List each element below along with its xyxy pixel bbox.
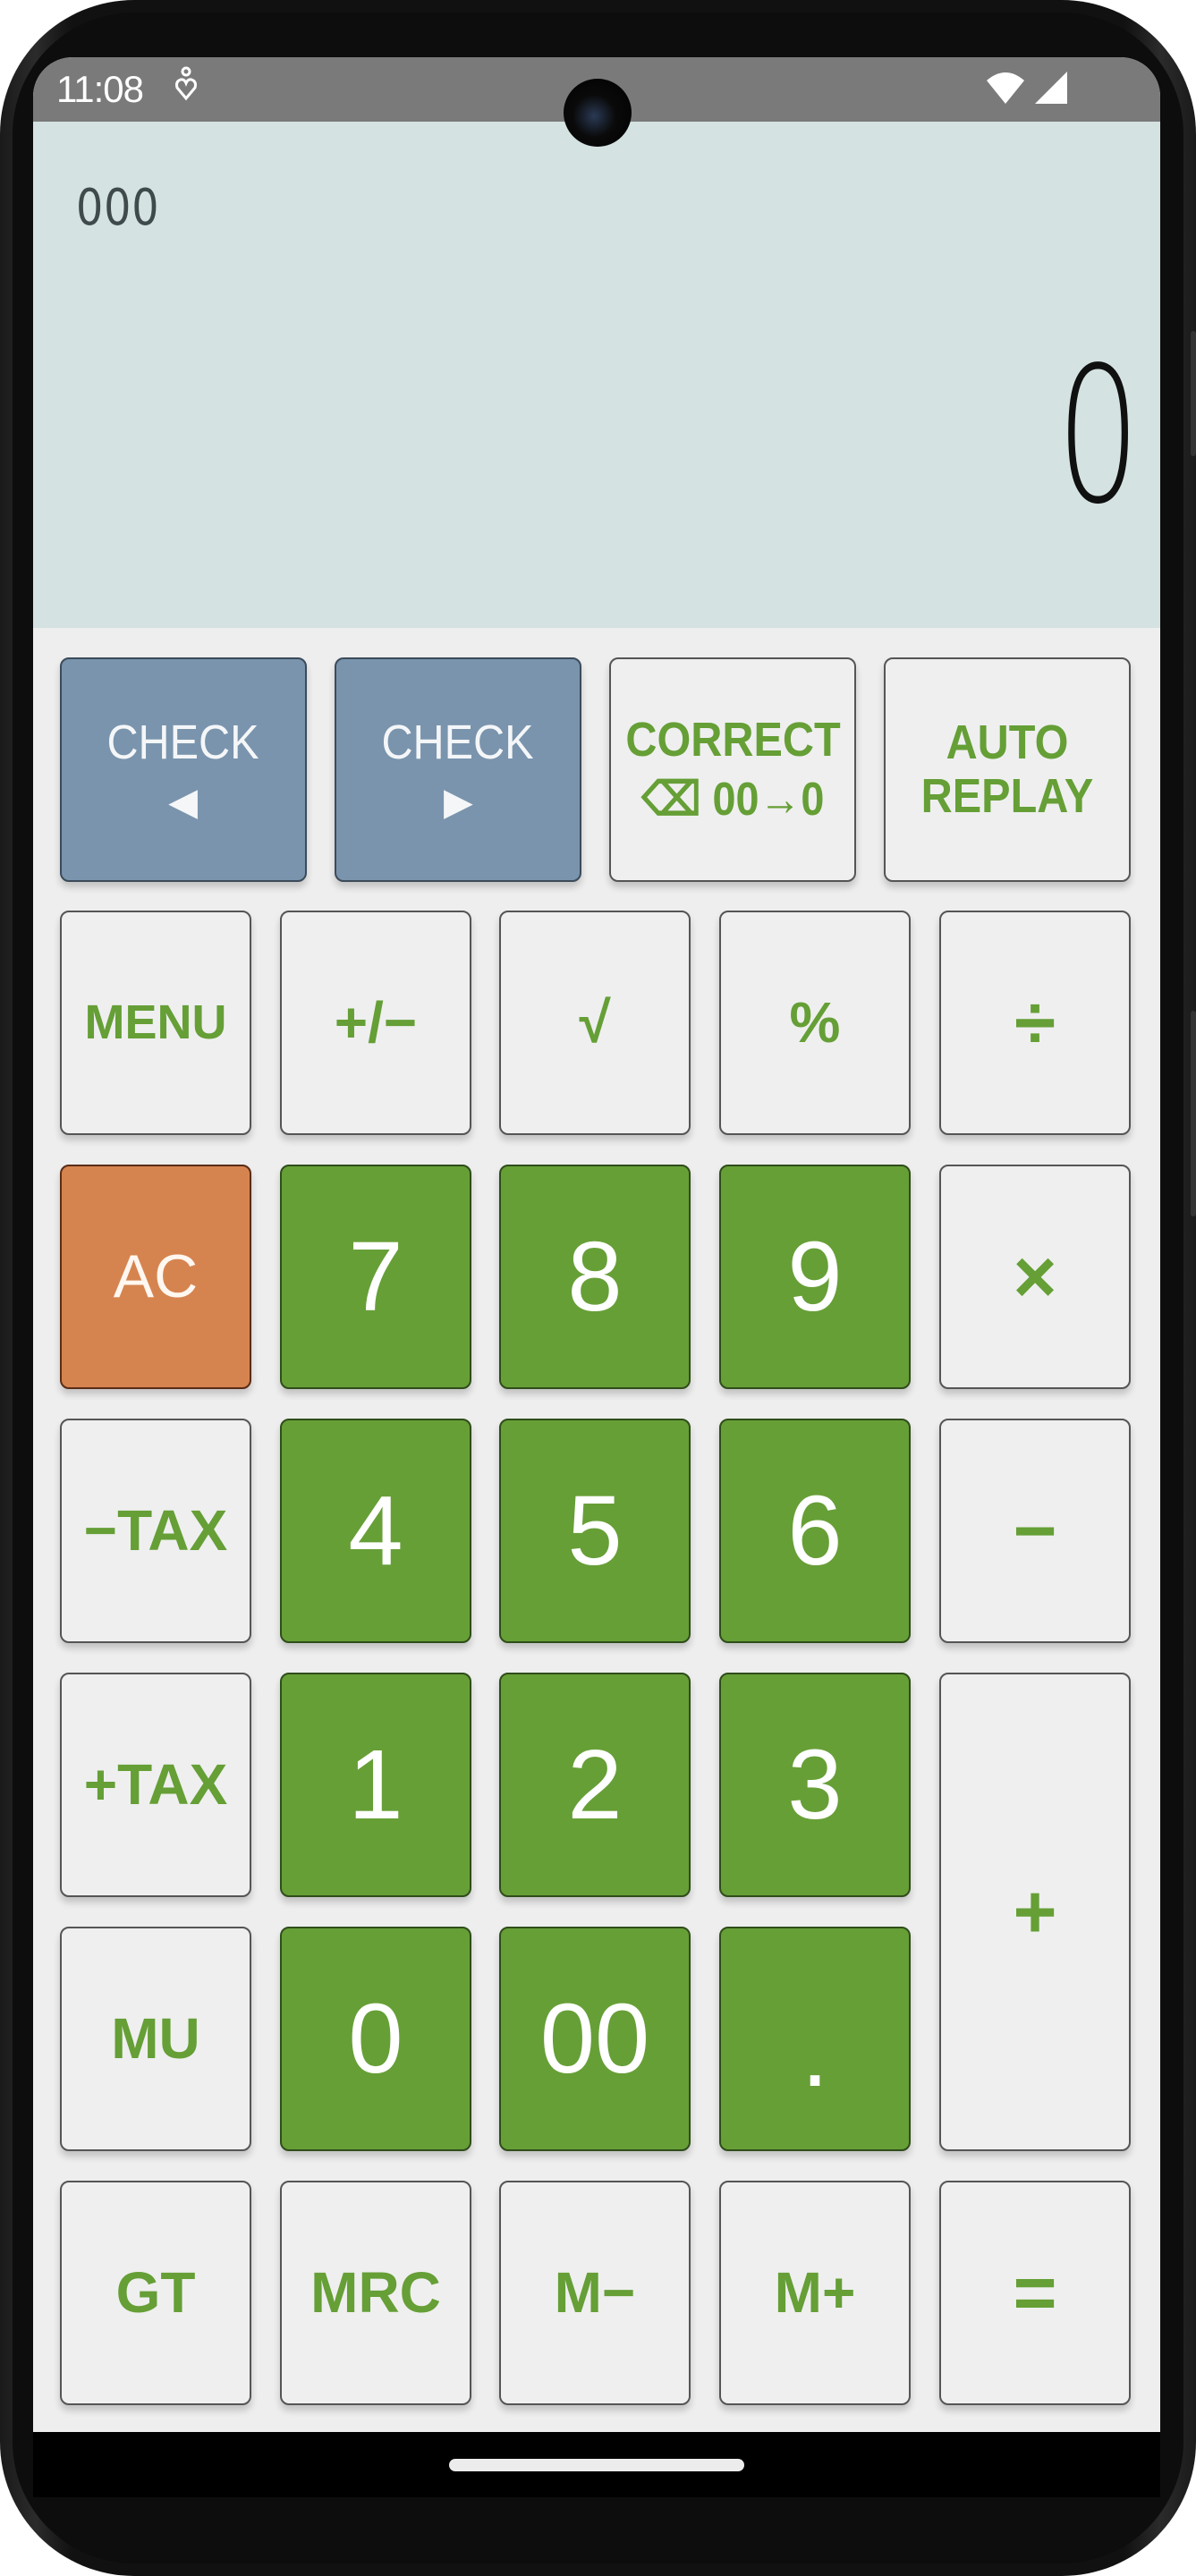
digit-4-button[interactable]: 4	[280, 1419, 471, 1643]
plus-minus-label: +/−	[334, 990, 418, 1055]
plus-minus-button[interactable]: +/−	[280, 911, 471, 1135]
menu-label: MENU	[84, 995, 227, 1049]
digit-5-button[interactable]: 5	[499, 1419, 691, 1643]
digit-2-button[interactable]: 2	[499, 1673, 691, 1897]
double-zero-label: 00	[539, 1984, 650, 2094]
digit-3-button[interactable]: 3	[719, 1673, 911, 1897]
multiply-label: ×	[1013, 1234, 1057, 1319]
minus-tax-label: −TAX	[83, 1498, 228, 1563]
double-zero-button[interactable]: 00	[499, 1927, 691, 2151]
digit-5-label: 5	[567, 1476, 623, 1586]
grand-total-button[interactable]: GT	[60, 2181, 251, 2405]
digit-6-label: 6	[787, 1476, 843, 1586]
phone-frame: 11:08 000 0 CHECK ◀ CHECK ▶ CORRECT ⌫ 00…	[0, 0, 1196, 2576]
digit-7-label: 7	[348, 1222, 403, 1332]
memory-plus-label: M+	[774, 2260, 856, 2326]
keypad: CHECK ◀ CHECK ▶ CORRECT ⌫ 00→0 AUTO REPL…	[33, 628, 1160, 2432]
auto-replay-label: AUTO REPLAY	[920, 716, 1094, 823]
digit-4-label: 4	[348, 1476, 403, 1586]
memory-minus-button[interactable]: M−	[499, 2181, 691, 2405]
digit-count-indicator: 000	[76, 179, 160, 237]
decimal-button[interactable]: .	[719, 1927, 911, 2151]
check-back-button[interactable]: CHECK ◀	[60, 657, 307, 882]
all-clear-button[interactable]: AC	[60, 1165, 251, 1389]
auto-replay-button[interactable]: AUTO REPLAY	[884, 657, 1131, 882]
status-icons	[985, 70, 1069, 110]
minus-label: −	[1013, 1488, 1057, 1573]
minus-tax-button[interactable]: −TAX	[60, 1419, 251, 1643]
volume-button	[1191, 1011, 1196, 1216]
percent-label: %	[789, 990, 841, 1055]
plus-label: +	[1013, 1869, 1057, 1954]
digit-2-label: 2	[567, 1730, 623, 1840]
digit-8-label: 8	[567, 1222, 623, 1332]
navigation-bar	[33, 2432, 1160, 2497]
cellular-signal-icon	[1033, 70, 1069, 110]
digit-1-button[interactable]: 1	[280, 1673, 471, 1897]
grand-total-label: GT	[115, 2260, 196, 2326]
plus-button[interactable]: +	[939, 1673, 1131, 2151]
memory-minus-label: M−	[554, 2260, 636, 2326]
front-camera	[564, 79, 632, 147]
percent-button[interactable]: %	[719, 911, 911, 1135]
digit-7-button[interactable]: 7	[280, 1165, 471, 1389]
plus-tax-label: +TAX	[83, 1752, 228, 1818]
screen: 11:08 000 0 CHECK ◀ CHECK ▶ CORRECT ⌫ 00…	[33, 57, 1160, 2497]
power-button	[1191, 331, 1196, 456]
multiply-button[interactable]: ×	[939, 1165, 1131, 1389]
status-time: 11:08	[56, 68, 144, 110]
wifi-icon	[985, 70, 1026, 110]
digit-0-button[interactable]: 0	[280, 1927, 471, 2151]
digit-9-label: 9	[787, 1222, 843, 1332]
all-clear-label: AC	[113, 1242, 199, 1311]
divide-label: ÷	[1014, 980, 1056, 1065]
check-forward-label: CHECK	[381, 715, 535, 769]
check-forward-button[interactable]: CHECK ▶	[335, 657, 581, 882]
accessibility-icon	[174, 66, 198, 110]
digit-3-label: 3	[787, 1730, 843, 1840]
square-root-label: √	[579, 990, 611, 1055]
digit-1-label: 1	[348, 1730, 403, 1840]
memory-recall-label: MRC	[310, 2260, 441, 2326]
digit-6-button[interactable]: 6	[719, 1419, 911, 1643]
correct-button[interactable]: CORRECT ⌫ 00→0	[609, 657, 856, 882]
markup-label: MU	[111, 2006, 200, 2072]
plus-tax-button[interactable]: +TAX	[60, 1673, 251, 1897]
backspace-icon: ⌫ 00→0	[640, 773, 825, 826]
minus-button[interactable]: −	[939, 1419, 1131, 1643]
digit-0-label: 0	[348, 1984, 403, 2094]
arrow-left-icon: ◀	[169, 783, 198, 823]
arrow-right-icon: ▶	[444, 783, 472, 823]
equals-button[interactable]: =	[939, 2181, 1131, 2405]
memory-recall-button[interactable]: MRC	[280, 2181, 471, 2405]
digit-8-button[interactable]: 8	[499, 1165, 691, 1389]
decimal-label: .	[801, 1997, 829, 2107]
markup-button[interactable]: MU	[60, 1927, 251, 2151]
memory-plus-button[interactable]: M+	[719, 2181, 911, 2405]
calculator-display: 000 0	[33, 122, 1160, 628]
square-root-button[interactable]: √	[499, 911, 691, 1135]
digit-9-button[interactable]: 9	[719, 1165, 911, 1389]
home-gesture-handle[interactable]	[449, 2459, 744, 2471]
menu-button[interactable]: MENU	[60, 911, 251, 1135]
correct-label: CORRECT	[624, 713, 841, 767]
check-back-label: CHECK	[106, 715, 260, 769]
divide-button[interactable]: ÷	[939, 911, 1131, 1135]
equals-label: =	[1013, 2250, 1057, 2335]
display-value: 0	[1056, 326, 1141, 546]
